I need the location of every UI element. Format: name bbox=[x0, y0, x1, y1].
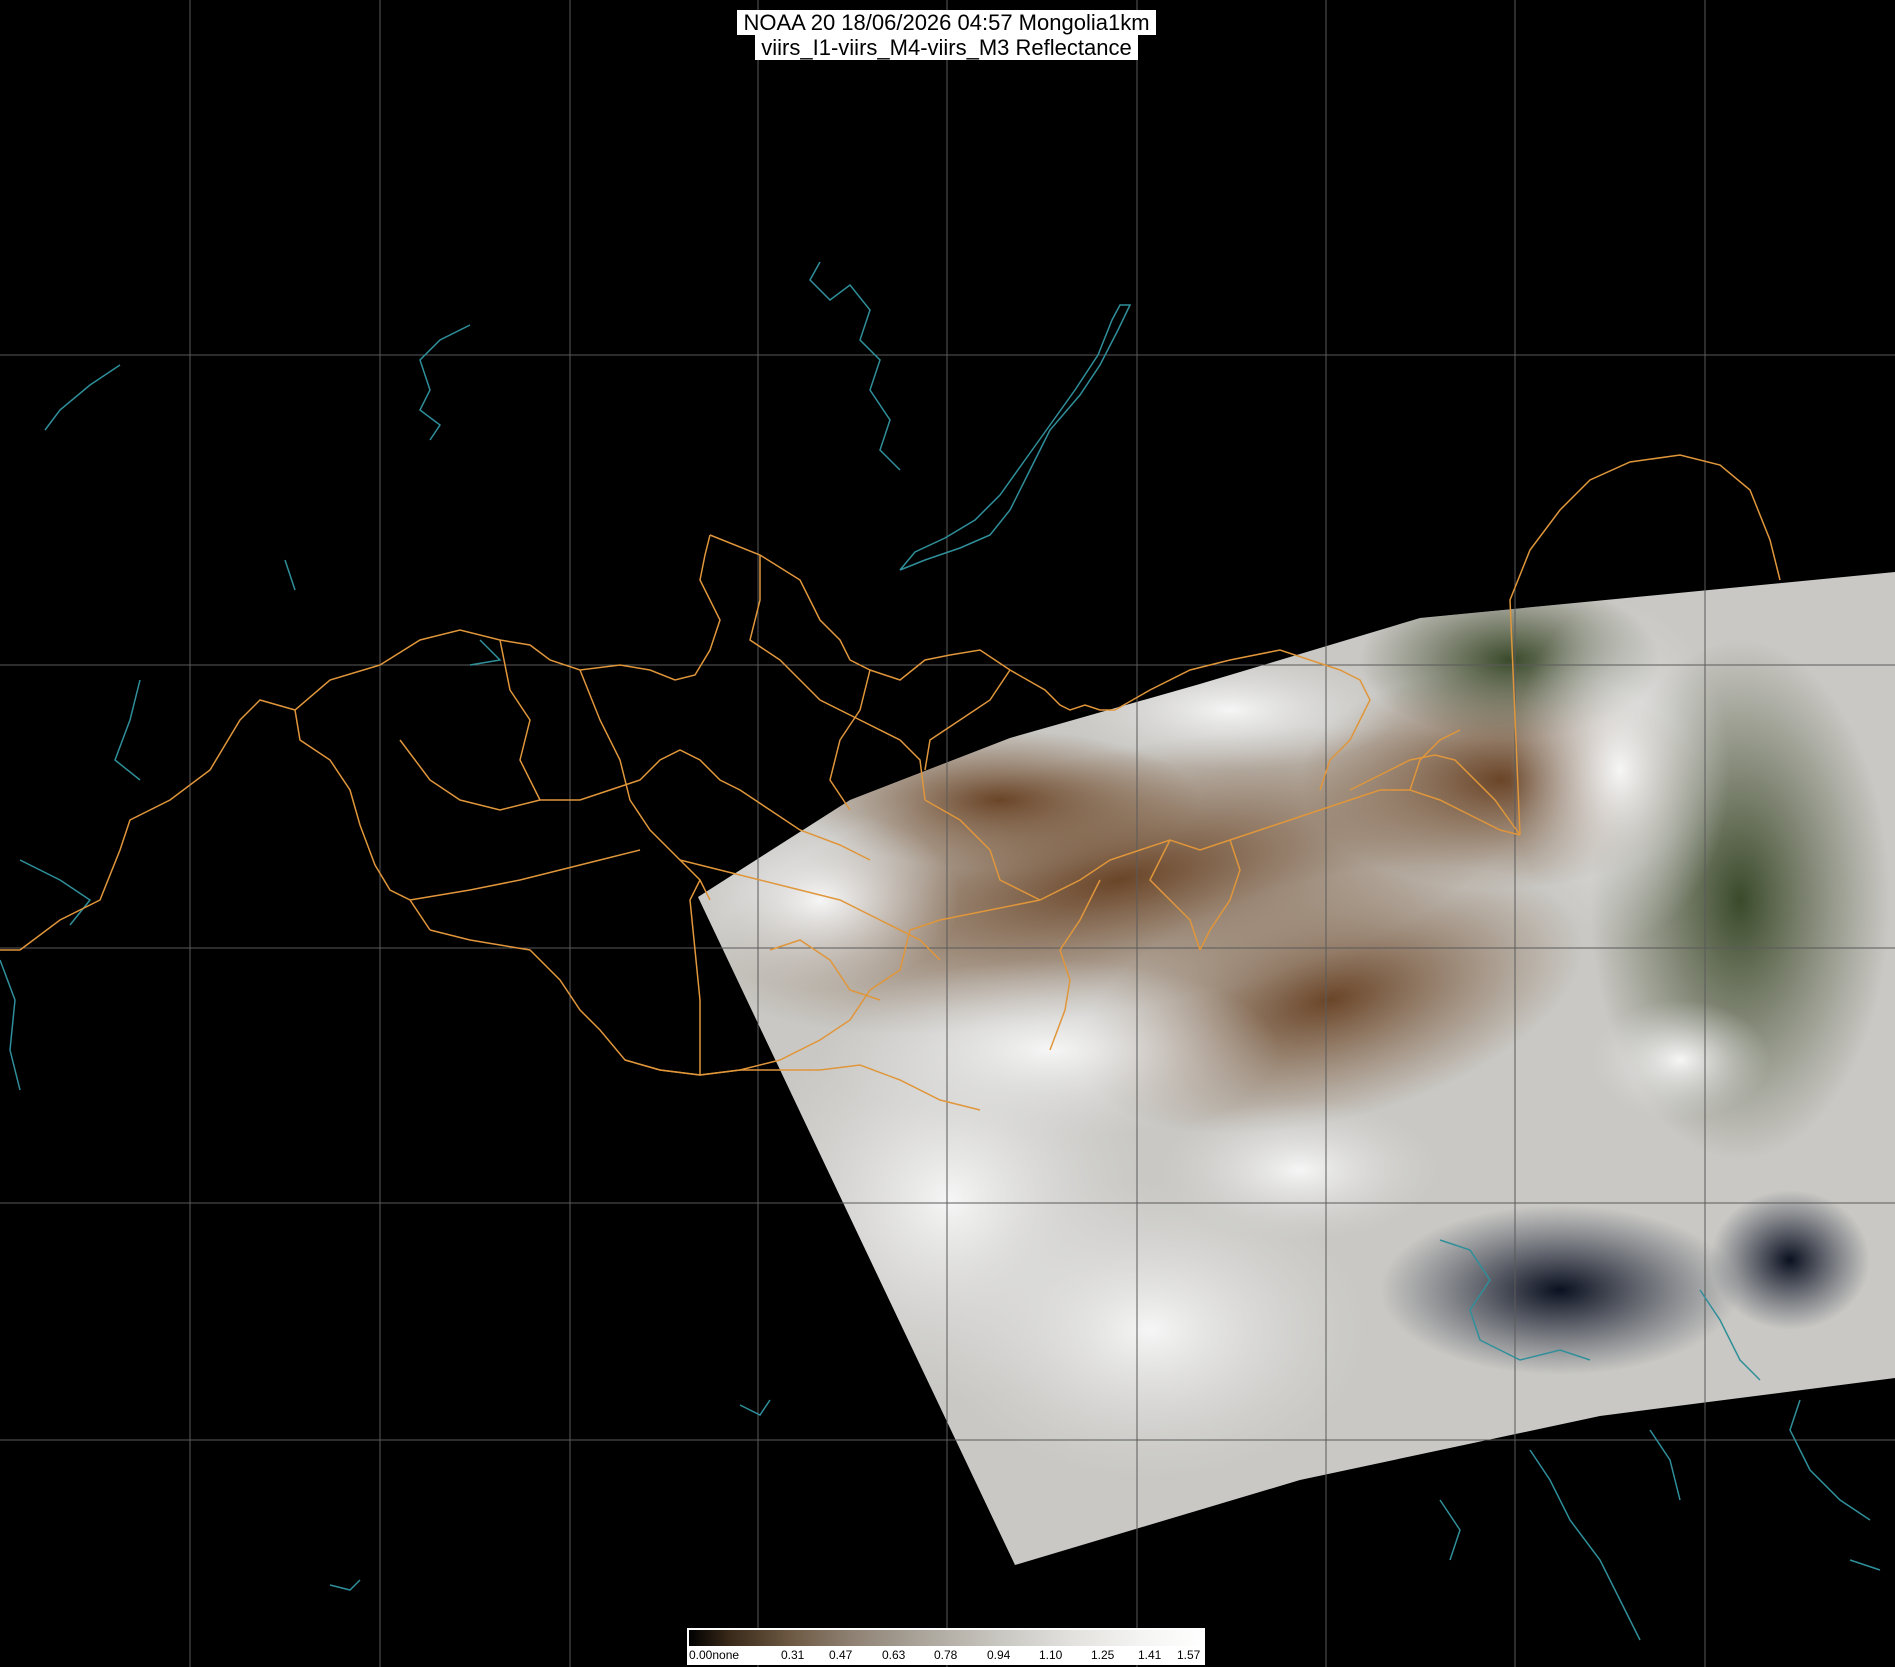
colorbar: 0.00none 0.31 0.47 0.63 0.78 0.94 1.10 1… bbox=[687, 1628, 1205, 1665]
colorbar-label: 1.25 bbox=[1091, 1648, 1115, 1662]
colorbar-label: 0.31 bbox=[781, 1648, 805, 1662]
map-title: NOAA 20 18/06/2026 04:57 Mongolia1km vii… bbox=[719, 10, 1174, 60]
colorbar-label: 1.57 bbox=[1177, 1648, 1201, 1662]
colorbar-label: 1.41 bbox=[1138, 1648, 1162, 1662]
colorbar-label: 0.94 bbox=[987, 1648, 1011, 1662]
colorbar-label: 1.10 bbox=[1039, 1648, 1063, 1662]
colorbar-label: 0.47 bbox=[829, 1648, 853, 1662]
colorbar-label: 0.63 bbox=[882, 1648, 906, 1662]
colorbar-label: 0.78 bbox=[934, 1648, 958, 1662]
title-line-2: viirs_I1-viirs_M4-viirs_M3 Reflectance bbox=[755, 35, 1138, 60]
satellite-map bbox=[0, 0, 1895, 1667]
colorbar-label: 0.00none bbox=[689, 1648, 740, 1662]
colorbar-gradient bbox=[689, 1630, 1203, 1646]
title-line-1: NOAA 20 18/06/2026 04:57 Mongolia1km bbox=[737, 10, 1156, 35]
